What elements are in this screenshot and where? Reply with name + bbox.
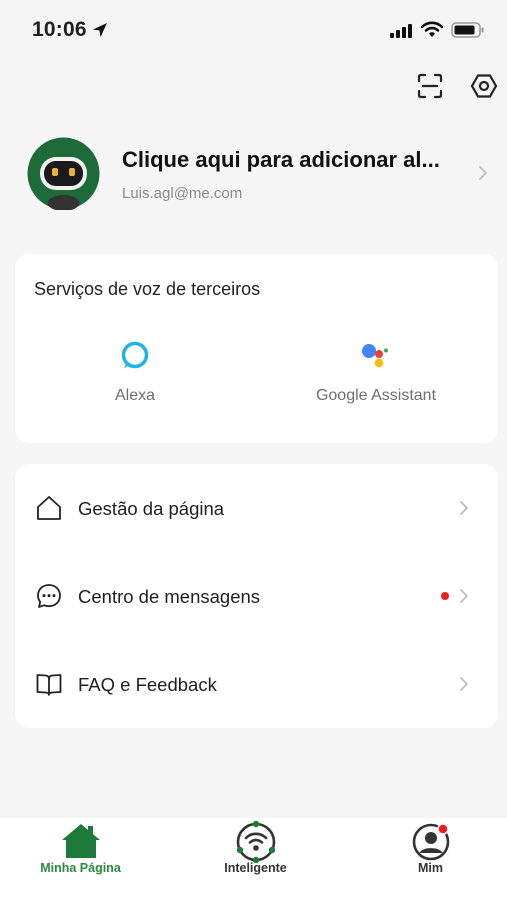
chevron-right-icon: [459, 588, 469, 609]
profile-email: Luis.agl@me.com: [122, 185, 243, 202]
book-icon: [35, 670, 63, 703]
message-icon: [35, 582, 63, 615]
profile-row[interactable]: Clique aqui para adicionar al... Luis.ag…: [0, 132, 507, 216]
menu-item-message-center[interactable]: Centro de mensagens: [15, 552, 498, 640]
status-bar: 10:06: [0, 0, 507, 60]
tab-mim[interactable]: Mim: [346, 818, 507, 900]
status-time: 10:06: [32, 18, 87, 41]
menu-card: Gestão da página Centro de mensagens FAQ…: [15, 464, 498, 728]
wifi-icon: [420, 21, 444, 43]
google-assistant-icon: [256, 338, 496, 372]
google-assistant-service[interactable]: Google Assistant: [256, 324, 496, 424]
chevron-right-icon: [459, 676, 469, 697]
menu-item-label: Centro de mensagens: [78, 586, 261, 607]
alexa-icon: [15, 338, 255, 372]
home-icon: [0, 821, 165, 863]
voice-services-title: Serviços de voz de terceiros: [34, 279, 261, 299]
tab-label: Inteligente: [224, 861, 287, 875]
profile-icon: [346, 821, 507, 863]
scan-icon[interactable]: [416, 72, 444, 105]
tab-label: Minha Página: [40, 861, 121, 875]
smart-icon: [171, 821, 340, 863]
tab-inteligente[interactable]: Inteligente: [171, 818, 340, 900]
profile-name: Clique aqui para adicionar al...: [122, 147, 440, 172]
google-assistant-label: Google Assistant: [315, 387, 437, 404]
menu-item-page-management[interactable]: Gestão da página: [15, 464, 498, 552]
notification-dot: [441, 592, 449, 600]
alexa-service[interactable]: Alexa: [15, 324, 255, 424]
chevron-right-icon: [478, 165, 488, 186]
menu-item-label: Gestão da página: [78, 498, 225, 519]
settings-icon[interactable]: [470, 72, 498, 105]
home-outline-icon: [35, 494, 63, 527]
alexa-label: Alexa: [114, 387, 156, 404]
avatar[interactable]: [27, 137, 100, 211]
tab-label: Mim: [418, 861, 443, 875]
cellular-signal-icon: [390, 24, 412, 43]
battery-icon: [451, 22, 485, 43]
location-arrow-icon: [92, 22, 108, 43]
tab-bar: Minha Página Inteligente Mim: [0, 818, 507, 900]
voice-services-card: Serviços de voz de terceiros Alexa Googl…: [15, 254, 498, 443]
menu-item-faq-feedback[interactable]: FAQ e Feedback: [15, 640, 498, 728]
chevron-right-icon: [459, 500, 469, 521]
tab-minha-pagina[interactable]: Minha Página: [0, 818, 165, 900]
menu-item-label: FAQ e Feedback: [78, 674, 217, 695]
